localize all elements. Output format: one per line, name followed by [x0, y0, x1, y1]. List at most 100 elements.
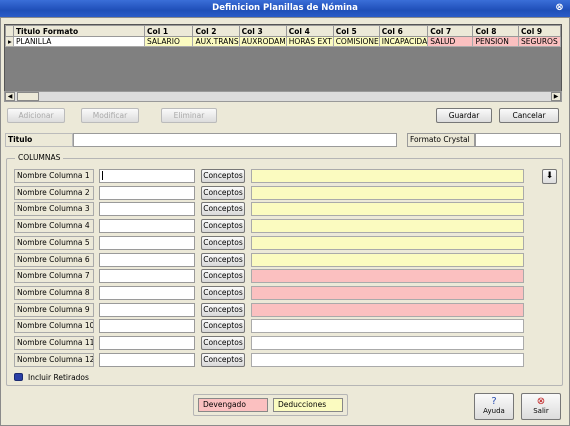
- grid-cell[interactable]: COMISIONE: [332, 36, 380, 47]
- columnas-legend: COLUMNAS: [15, 153, 64, 162]
- column-name-input[interactable]: [99, 302, 195, 317]
- close-icon[interactable]: ⊗: [552, 1, 567, 15]
- column-name-label: Nombre Columna 1: [14, 169, 94, 183]
- arrow-down-icon[interactable]: ⬇: [542, 169, 557, 184]
- conceptos-button[interactable]: Conceptos: [201, 169, 245, 183]
- grid-cell[interactable]: HORAS EXT: [285, 36, 334, 47]
- column-name-label: Nombre Columna 8: [14, 285, 94, 300]
- grid-header[interactable]: Col 5: [332, 25, 380, 37]
- column-name-label: Nombre Columna 7: [14, 269, 94, 284]
- main-window: Titulo Formato Col 1 Col 2 Col 3 Col 4 C…: [0, 17, 570, 426]
- grid-header[interactable]: Col 8: [472, 25, 520, 37]
- column-name-input[interactable]: [99, 169, 195, 183]
- grid-header[interactable]: Col 2: [192, 25, 240, 37]
- grid-horizontal-scrollbar[interactable]: ◀ ▶: [4, 91, 562, 102]
- conceptos-button[interactable]: Conceptos: [201, 302, 245, 317]
- grid-cell[interactable]: PLANILLA: [12, 36, 146, 47]
- column-conceptos-field[interactable]: [251, 285, 524, 300]
- conceptos-button[interactable]: Conceptos: [201, 219, 245, 234]
- cancelar-button[interactable]: Cancelar: [499, 108, 559, 123]
- column-name-label: Nombre Columna 12: [14, 352, 94, 367]
- window-titlebar: Definicion Planillas de Nómina ⊗: [0, 0, 570, 17]
- scroll-left-icon[interactable]: ◀: [5, 92, 15, 101]
- scroll-thumb[interactable]: [17, 92, 39, 101]
- column-name-label: Nombre Columna 6: [14, 252, 94, 267]
- help-icon: ?: [491, 396, 497, 407]
- column-name-input[interactable]: [99, 219, 195, 234]
- window-title: Definicion Planillas de Nómina: [212, 3, 358, 13]
- column-name-label: Nombre Columna 3: [14, 202, 94, 217]
- eliminar-button[interactable]: Eliminar: [161, 108, 217, 123]
- conceptos-button[interactable]: Conceptos: [201, 285, 245, 300]
- conceptos-button[interactable]: Conceptos: [201, 336, 245, 350]
- conceptos-button[interactable]: Conceptos: [201, 269, 245, 284]
- scroll-right-icon[interactable]: ▶: [551, 92, 561, 101]
- column-name-label: Nombre Columna 2: [14, 185, 94, 200]
- grid-header[interactable]: Col 7: [427, 25, 474, 37]
- row-selector[interactable]: ▸: [5, 36, 14, 47]
- grid-cell[interactable]: SEGUROS: [518, 36, 561, 47]
- column-name-input[interactable]: [99, 252, 195, 267]
- column-name-label: Nombre Columna 5: [14, 235, 94, 250]
- column-conceptos-field[interactable]: [251, 169, 524, 183]
- grid-cell[interactable]: SALUD: [427, 36, 474, 47]
- formato-crystal-input[interactable]: [475, 133, 561, 147]
- column-conceptos-field[interactable]: [251, 185, 524, 200]
- column-name-label: Nombre Columna 4: [14, 219, 94, 234]
- column-name-input[interactable]: [99, 185, 195, 200]
- column-conceptos-field[interactable]: [251, 302, 524, 317]
- column-conceptos-field[interactable]: [251, 336, 524, 350]
- column-name-input[interactable]: [99, 285, 195, 300]
- salir-button[interactable]: ⊗ Salir: [521, 393, 561, 420]
- devengado-legend: Devengado: [198, 398, 268, 412]
- incluir-retirados-checkbox[interactable]: [14, 373, 23, 381]
- guardar-button[interactable]: Guardar: [436, 108, 492, 123]
- column-name-input[interactable]: [99, 336, 195, 350]
- column-name-input[interactable]: [99, 235, 195, 250]
- column-name-input[interactable]: [99, 352, 195, 367]
- column-name-label: Nombre Columna 10: [14, 319, 94, 334]
- grid-header[interactable]: Col 4: [285, 25, 334, 37]
- column-name-input[interactable]: [99, 202, 195, 217]
- exit-icon: ⊗: [536, 396, 546, 407]
- modificar-button[interactable]: Modificar: [81, 108, 139, 123]
- conceptos-button[interactable]: Conceptos: [201, 352, 245, 367]
- grid-header[interactable]: Col 1: [144, 25, 194, 37]
- formato-crystal-label: Formato Crystal: [407, 133, 475, 147]
- column-conceptos-field[interactable]: [251, 252, 524, 267]
- titulo-label-frame: [5, 133, 73, 147]
- column-conceptos-field[interactable]: [251, 235, 524, 250]
- column-conceptos-field[interactable]: [251, 202, 524, 217]
- column-name-label: Nombre Columna 11: [14, 336, 94, 350]
- conceptos-button[interactable]: Conceptos: [201, 235, 245, 250]
- grid-cell[interactable]: AUX.TRANS: [192, 36, 240, 47]
- adicionar-button[interactable]: Adicionar: [7, 108, 65, 123]
- conceptos-button[interactable]: Conceptos: [201, 185, 245, 200]
- grid-cell[interactable]: SALARIO: [144, 36, 194, 47]
- column-name-input[interactable]: [99, 269, 195, 284]
- grid-header-row: Titulo Formato Col 1 Col 2 Col 3 Col 4 C…: [5, 25, 561, 37]
- column-conceptos-field[interactable]: [251, 219, 524, 234]
- conceptos-button[interactable]: Conceptos: [201, 202, 245, 217]
- column-conceptos-field[interactable]: [251, 269, 524, 284]
- conceptos-button[interactable]: Conceptos: [201, 319, 245, 334]
- planillas-grid[interactable]: Titulo Formato Col 1 Col 2 Col 3 Col 4 C…: [4, 24, 562, 101]
- grid-header[interactable]: Col 9: [518, 25, 561, 37]
- conceptos-button[interactable]: Conceptos: [201, 252, 245, 267]
- grid-header[interactable]: Titulo Formato: [12, 25, 146, 37]
- grid-header[interactable]: Col 3: [238, 25, 287, 37]
- column-conceptos-field[interactable]: [251, 352, 524, 367]
- table-row[interactable]: ▸ PLANILLA SALARIO AUX.TRANS AUXRODAM HO…: [5, 36, 561, 47]
- titulo-input[interactable]: [73, 133, 397, 147]
- grid-cell[interactable]: AUXRODAM: [238, 36, 287, 47]
- deducciones-legend: Deducciones: [273, 398, 343, 412]
- grid-header[interactable]: Col 6: [378, 25, 429, 37]
- ayuda-label: Ayuda: [483, 407, 505, 415]
- column-name-input[interactable]: [99, 319, 195, 334]
- grid-table: Titulo Formato Col 1 Col 2 Col 3 Col 4 C…: [5, 25, 561, 47]
- grid-cell[interactable]: PENSION: [472, 36, 520, 47]
- grid-cell[interactable]: INCAPACIDA: [378, 36, 429, 47]
- grid-corner: [5, 25, 14, 37]
- ayuda-button[interactable]: ? Ayuda: [474, 393, 514, 420]
- column-conceptos-field[interactable]: [251, 319, 524, 334]
